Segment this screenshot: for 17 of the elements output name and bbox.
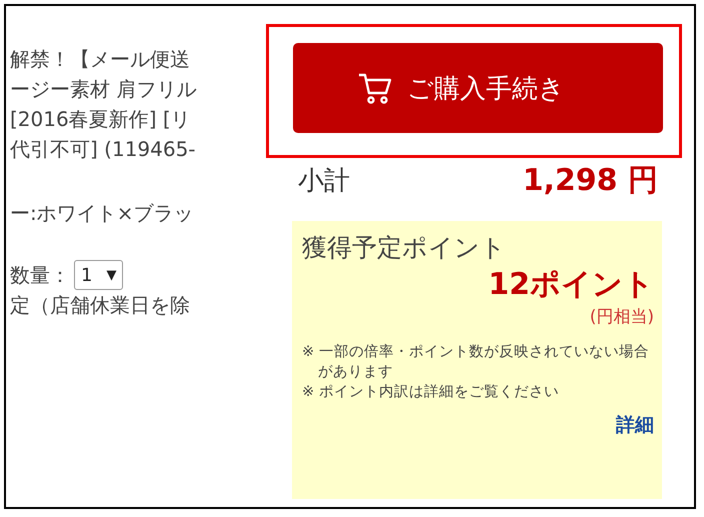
subtotal-label: 小計 <box>298 165 350 198</box>
points-value: 12ポイント <box>487 266 654 304</box>
points-note: ※ 一部の倍率・ポイント数が反映されていない場合があります <box>302 342 650 382</box>
delivery-text: 定（店舗休業日を除 <box>10 292 191 319</box>
points-title: 獲得予定ポイント <box>302 232 507 264</box>
product-title-line: [2016春夏新作] [リ <box>10 106 192 133</box>
points-note: ※ ポイント内訳は詳細をご覧ください <box>302 383 560 402</box>
product-title-line: ージー素材 肩フリル <box>10 76 198 103</box>
subtotal-amount: 1,298 円 <box>522 162 658 200</box>
points-equivalent: (円相当) <box>588 306 654 328</box>
color-text: ー:ホワイト×ブラッ <box>10 200 194 227</box>
product-title-line: 代引不可] (119465- <box>10 136 197 163</box>
detail-link[interactable]: 詳細 <box>616 414 654 436</box>
checkout-button[interactable]: ご購入手続き <box>293 43 663 133</box>
quantity-label: 数量： <box>10 262 70 289</box>
quantity-select[interactable]: 1 ▼ <box>74 260 124 290</box>
product-title-line: 解禁！【メール便送 <box>10 46 191 73</box>
